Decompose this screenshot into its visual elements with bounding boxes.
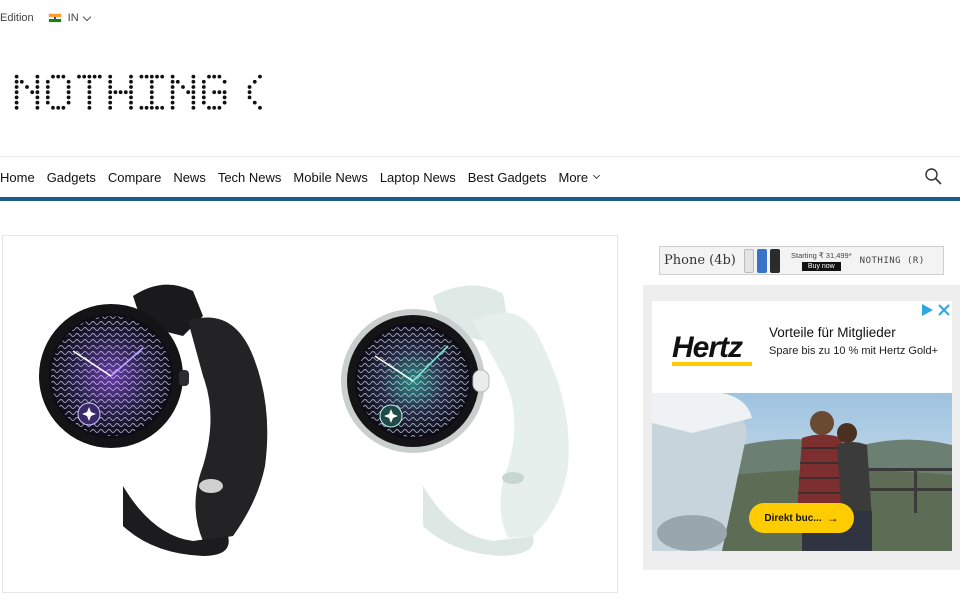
smartwatch-pair-image xyxy=(39,284,569,556)
nav-item-tech-news[interactable]: Tech News xyxy=(218,170,282,185)
nav-item-more[interactable]: More xyxy=(558,169,601,185)
logo-wordmark xyxy=(14,74,262,110)
promo-banner[interactable]: Phone (4b) Starting ₹ 31,499* Buy now NO… xyxy=(659,246,944,275)
india-flag-icon xyxy=(47,13,62,23)
chevron-down-icon xyxy=(593,171,601,180)
nav-item-laptop-news[interactable]: Laptop News xyxy=(380,170,456,185)
ad-cta-button[interactable]: Direkt buc... → xyxy=(749,503,854,533)
promo-offer: Starting ₹ 31,499* Buy now xyxy=(791,251,852,271)
nav-item-best-gadgets[interactable]: Best Gadgets xyxy=(468,170,547,185)
edition-label: Edition xyxy=(0,12,34,24)
promo-price: Starting ₹ 31,499* xyxy=(791,250,852,260)
phone-image xyxy=(770,248,780,273)
hero-article-image[interactable] xyxy=(2,235,618,593)
phone-image xyxy=(757,248,767,273)
nav-item-mobile-news[interactable]: Mobile News xyxy=(293,170,367,185)
promo-title: Phone (4b) xyxy=(664,253,736,268)
ad-container: Hertz Vorteile für Mitglieder Spare bis … xyxy=(643,285,960,570)
promo-buy-button[interactable]: Buy now xyxy=(801,261,841,271)
ad-cta-label: Direkt buc... xyxy=(764,512,822,524)
nav-menu: Home Gadgets Compare News Tech News Mobi… xyxy=(0,157,960,197)
edition-code: IN xyxy=(67,12,79,24)
promo-brand: NOTHING (R) xyxy=(859,255,925,266)
ad-headline: Vorteile für Mitglieder xyxy=(769,325,896,340)
promo-phones-image xyxy=(744,248,783,273)
ad-header: Hertz Vorteile für Mitglieder Spare bis … xyxy=(652,301,952,393)
ad-brand-bar xyxy=(672,362,752,366)
ad-subtext: Spare bis zu 10 % mit Hertz Gold+ xyxy=(769,345,939,357)
search-icon[interactable] xyxy=(924,167,942,185)
adchoices-icon[interactable] xyxy=(920,303,934,317)
chevron-down-icon xyxy=(82,12,91,21)
nav-item-news[interactable]: News xyxy=(173,170,206,185)
ad-brand-logo: Hertz xyxy=(672,331,743,364)
main-navigation: Home Gadgets Compare News Tech News Mobi… xyxy=(0,156,960,201)
arrow-right-icon: → xyxy=(826,511,839,525)
nav-item-home[interactable]: Home xyxy=(0,170,35,185)
nav-item-compare[interactable]: Compare xyxy=(108,170,161,185)
site-logo[interactable] xyxy=(12,72,262,112)
close-icon[interactable] xyxy=(938,304,950,316)
edition-bar: Edition IN xyxy=(0,8,91,28)
nav-accent-bar xyxy=(0,197,960,201)
nav-item-gadgets[interactable]: Gadgets xyxy=(47,170,96,185)
nav-item-more-label: More xyxy=(558,169,589,185)
hertz-ad[interactable]: Hertz Vorteile für Mitglieder Spare bis … xyxy=(652,301,952,551)
edition-select[interactable]: IN xyxy=(47,12,91,24)
phone-image xyxy=(744,248,754,273)
ad-controls xyxy=(920,303,950,317)
